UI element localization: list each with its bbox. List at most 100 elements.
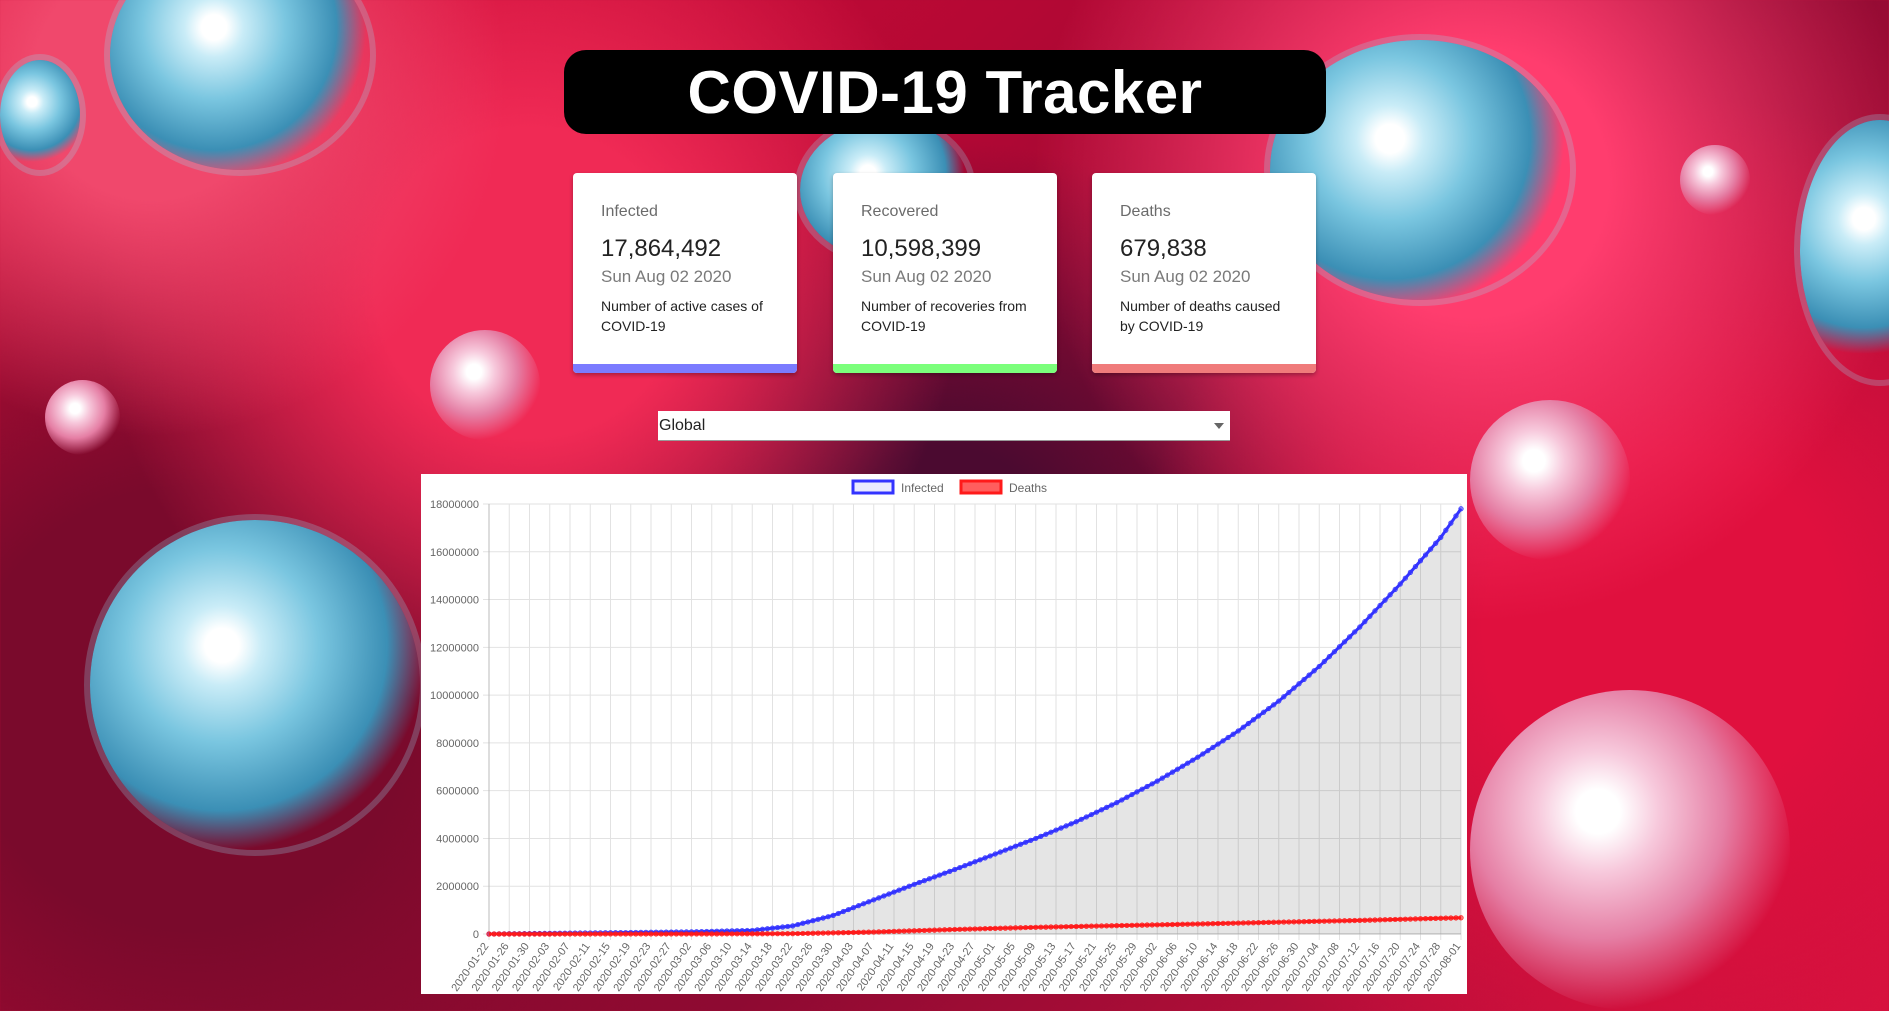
data-point: [582, 931, 588, 937]
data-point: [790, 931, 796, 937]
data-point: [1012, 843, 1019, 849]
data-point: [1417, 916, 1424, 922]
data-point: [1417, 558, 1424, 564]
data-point: [496, 931, 502, 937]
data-point: [1028, 924, 1034, 931]
data-point: [1114, 800, 1120, 806]
data-point: [531, 931, 538, 937]
data-point: [1271, 919, 1277, 925]
data-point: [1255, 920, 1262, 926]
data-point: [1321, 918, 1327, 924]
data-point: [1033, 924, 1039, 930]
data-point: [1033, 835, 1039, 842]
data-point: [850, 929, 857, 936]
data-point: [688, 931, 695, 937]
data-point: [1260, 919, 1267, 926]
data-point: [1124, 794, 1130, 800]
data-point: [1068, 923, 1074, 930]
data-point: [1422, 916, 1429, 922]
data-point: [1397, 916, 1403, 922]
data-point: [942, 870, 948, 876]
data-point: [795, 921, 801, 928]
data-point: [997, 925, 1003, 931]
data-point: [612, 931, 619, 937]
data-point: [972, 859, 978, 865]
data-point: [805, 919, 811, 925]
card-date: Sun Aug 02 2020: [861, 267, 992, 286]
legend-label: Deaths: [1009, 481, 1047, 495]
data-point: [658, 931, 664, 937]
data-point: [1271, 702, 1277, 708]
data-point: [942, 927, 948, 933]
data-point: [1260, 709, 1267, 715]
data-point: [1296, 681, 1302, 687]
data-point: [516, 931, 522, 937]
data-point: [992, 925, 998, 931]
data-point: [1392, 916, 1398, 923]
data-point: [926, 876, 933, 882]
data-point: [1321, 658, 1327, 665]
country-select[interactable]: Global: [658, 411, 1230, 441]
data-point: [1433, 915, 1439, 921]
data-point: [1291, 685, 1297, 691]
data-point: [663, 931, 669, 937]
data-point: [1387, 916, 1393, 923]
data-point: [1134, 922, 1140, 928]
data-point: [987, 853, 993, 859]
data-point: [1397, 581, 1403, 587]
data-point: [1458, 506, 1464, 512]
data-point: [1220, 920, 1226, 927]
data-point: [1250, 920, 1257, 926]
data-point: [790, 923, 796, 929]
data-point: [511, 931, 517, 937]
data-point: [1448, 915, 1454, 921]
data-point: [1286, 689, 1292, 696]
data-point: [1028, 837, 1034, 843]
data-point: [1352, 629, 1358, 635]
data-point: [810, 930, 816, 936]
data-point: [785, 923, 791, 930]
data-point: [1215, 920, 1221, 927]
data-point: [1281, 919, 1287, 925]
data-point: [1174, 766, 1181, 772]
data-point: [1190, 921, 1196, 927]
country-select-value: Global: [659, 416, 706, 434]
data-point: [931, 927, 938, 933]
data-point: [1195, 921, 1201, 927]
data-point: [1149, 781, 1155, 787]
data-point: [683, 931, 690, 937]
data-point: [1266, 705, 1272, 712]
data-point: [547, 931, 553, 937]
data-point: [1438, 534, 1444, 541]
data-point: [850, 905, 857, 911]
data-point: [769, 925, 776, 931]
data-point: [602, 931, 609, 937]
data-point: [972, 926, 978, 932]
data-point: [1164, 772, 1170, 778]
card-value: 17,864,492: [601, 235, 722, 262]
data-point: [947, 868, 953, 874]
data-point: [861, 901, 867, 907]
data-point: [780, 924, 786, 930]
data-point: [709, 931, 715, 937]
virus-image: [45, 380, 120, 455]
data-point: [1326, 653, 1332, 660]
card-title: Infected: [601, 203, 658, 220]
data-point: [1230, 731, 1236, 737]
virus-image: [430, 330, 540, 440]
data-point: [840, 908, 846, 915]
card-description: Number of active cases of COVID-19: [601, 298, 763, 334]
data-point: [1367, 917, 1373, 923]
data-point: [1169, 769, 1176, 775]
y-tick-label: 2000000: [436, 881, 479, 893]
data-point: [1195, 754, 1201, 760]
data-point: [881, 929, 887, 935]
data-point: [1387, 592, 1393, 598]
y-tick-label: 18000000: [430, 499, 479, 511]
data-point: [1190, 757, 1196, 763]
data-point: [1179, 921, 1186, 927]
data-point: [1428, 546, 1434, 552]
data-point: [911, 881, 917, 887]
data-point: [734, 931, 740, 937]
data-point: [1326, 918, 1332, 924]
